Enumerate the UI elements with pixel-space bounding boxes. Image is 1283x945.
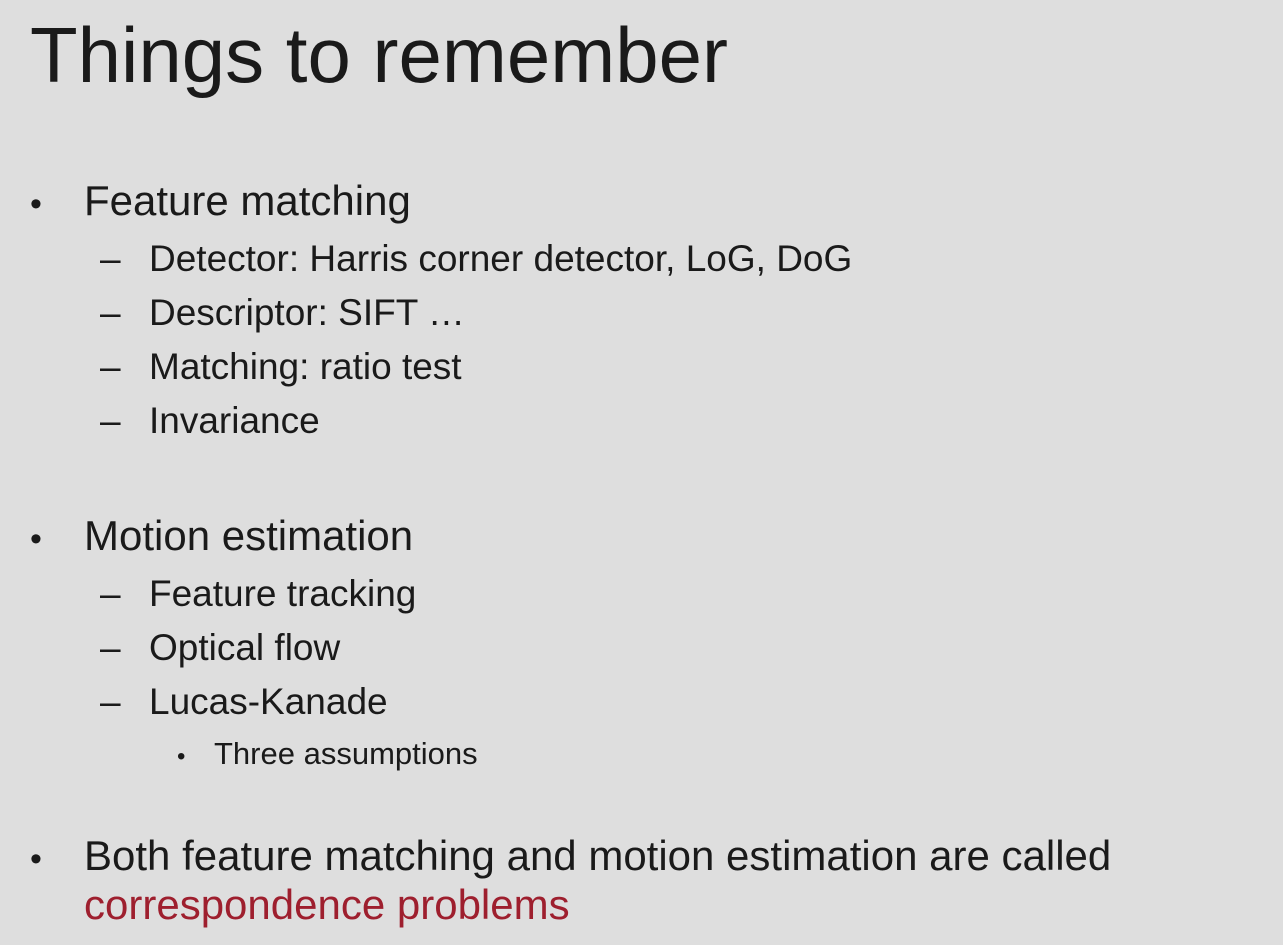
dash-icon: – xyxy=(100,681,121,722)
dash-icon: – xyxy=(100,292,121,333)
sub-item-label: Matching: ratio test xyxy=(149,346,462,387)
bullet-dot-icon: • xyxy=(30,840,42,878)
bullet-dot-icon: • xyxy=(177,743,186,770)
bullet-item: • Both feature matching and motion estima… xyxy=(30,831,1111,884)
sub-item-label: Feature tracking xyxy=(149,573,417,614)
bullet-item: • Feature matching xyxy=(30,176,411,229)
sub-item: – Invariance xyxy=(100,399,320,443)
sub-item: – Detector: Harris corner detector, LoG, … xyxy=(100,237,852,281)
slide: Things to remember • Feature matching – De… xyxy=(0,0,1283,945)
highlighted-term: correspondence problems xyxy=(84,881,570,928)
sub-item: – Optical flow xyxy=(100,626,340,670)
sub-sub-item-label: Three assumptions xyxy=(214,736,478,771)
sub-item-label: Optical flow xyxy=(149,627,341,668)
bullet-label: Motion estimation xyxy=(84,512,414,559)
dash-icon: – xyxy=(100,573,121,614)
sub-item: – Matching: ratio test xyxy=(100,345,462,389)
sub-item-label: Lucas-Kanade xyxy=(149,681,388,722)
sub-item-label: Detector: Harris corner detector, LoG, D… xyxy=(149,238,853,279)
bullet-label: Both feature matching and motion estimat… xyxy=(84,832,1112,879)
sub-item: – Lucas-Kanade xyxy=(100,680,388,724)
dash-icon: – xyxy=(100,346,121,387)
slide-title: Things to remember xyxy=(30,11,728,99)
bullet-label: Feature matching xyxy=(84,177,411,224)
bullet-item: • Motion estimation xyxy=(30,511,413,564)
dash-icon: – xyxy=(100,400,121,441)
bullet-dot-icon: • xyxy=(30,520,42,558)
sub-sub-item: • Three assumptions xyxy=(177,735,478,776)
dash-icon: – xyxy=(100,627,121,668)
sub-item: – Feature tracking xyxy=(100,572,416,616)
dash-icon: – xyxy=(100,238,121,279)
bullet-dot-icon: • xyxy=(30,185,42,223)
sub-item-label: Invariance xyxy=(149,400,320,441)
sub-item-label: Descriptor: SIFT … xyxy=(149,292,465,333)
sub-item: – Descriptor: SIFT … xyxy=(100,291,465,335)
